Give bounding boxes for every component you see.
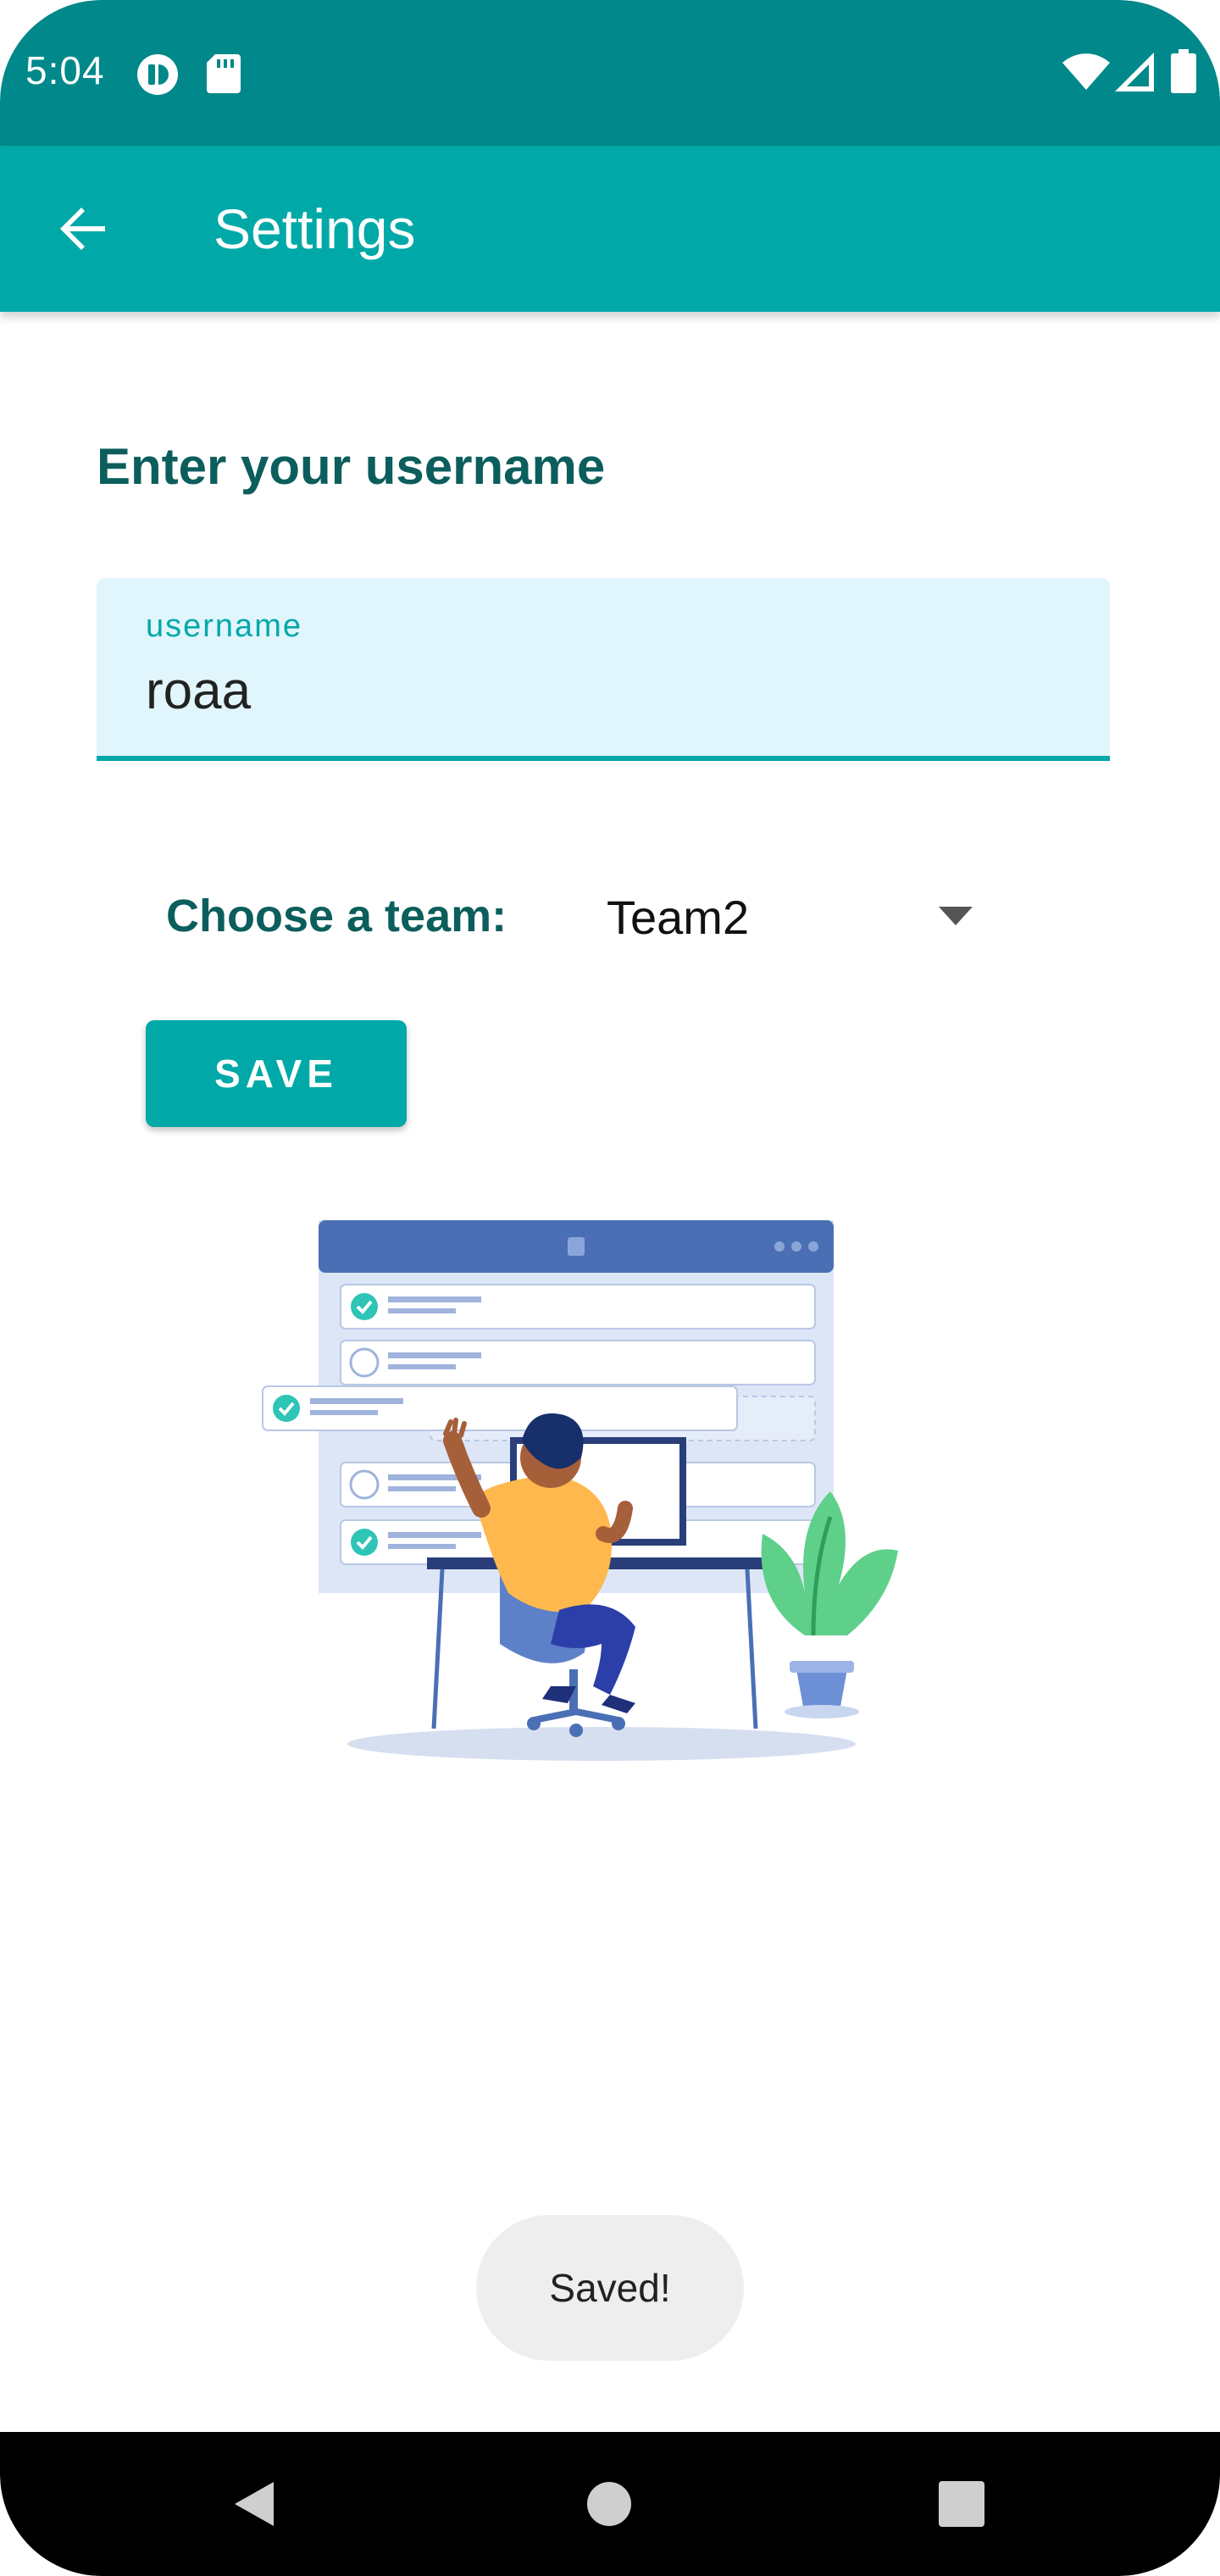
navigation-bar [0, 2432, 1220, 2576]
username-field-label: username [146, 608, 302, 644]
back-triangle-icon [235, 2482, 274, 2526]
sd-card-icon [207, 54, 241, 97]
saved-toast: Saved! [476, 2215, 744, 2361]
username-field-value[interactable]: roaa [146, 661, 251, 721]
chevron-down-icon [939, 907, 973, 930]
username-heading: Enter your username [97, 438, 606, 495]
status-time: 5:04 [25, 48, 105, 92]
back-button[interactable] [42, 188, 124, 269]
arrow-back-icon [60, 208, 105, 250]
team-dropdown-value: Team2 [607, 891, 750, 944]
media-icon [136, 53, 180, 101]
status-bar: 5:04 [0, 0, 1220, 146]
team-label: Choose a team: [166, 891, 507, 941]
nav-recents-button[interactable] [923, 2466, 1000, 2542]
wifi-icon [1062, 53, 1110, 94]
save-button[interactable]: SAVE [146, 1020, 407, 1127]
nav-home-button[interactable] [571, 2466, 647, 2542]
app-bar: Settings [0, 146, 1220, 312]
username-field[interactable]: username roaa [97, 578, 1110, 761]
page-title: Settings [214, 197, 416, 260]
home-circle-icon [587, 2482, 631, 2526]
phone-screen: 5:04 Settings Enter your username userna… [0, 0, 1220, 2576]
signal-icon [1115, 53, 1154, 96]
nav-back-button[interactable] [215, 2466, 291, 2542]
person-at-desk-task-list-illustration [254, 1212, 949, 1771]
recents-square-icon [939, 2481, 984, 2527]
battery-icon [1171, 49, 1196, 97]
team-dropdown[interactable]: Team2 [607, 878, 996, 959]
